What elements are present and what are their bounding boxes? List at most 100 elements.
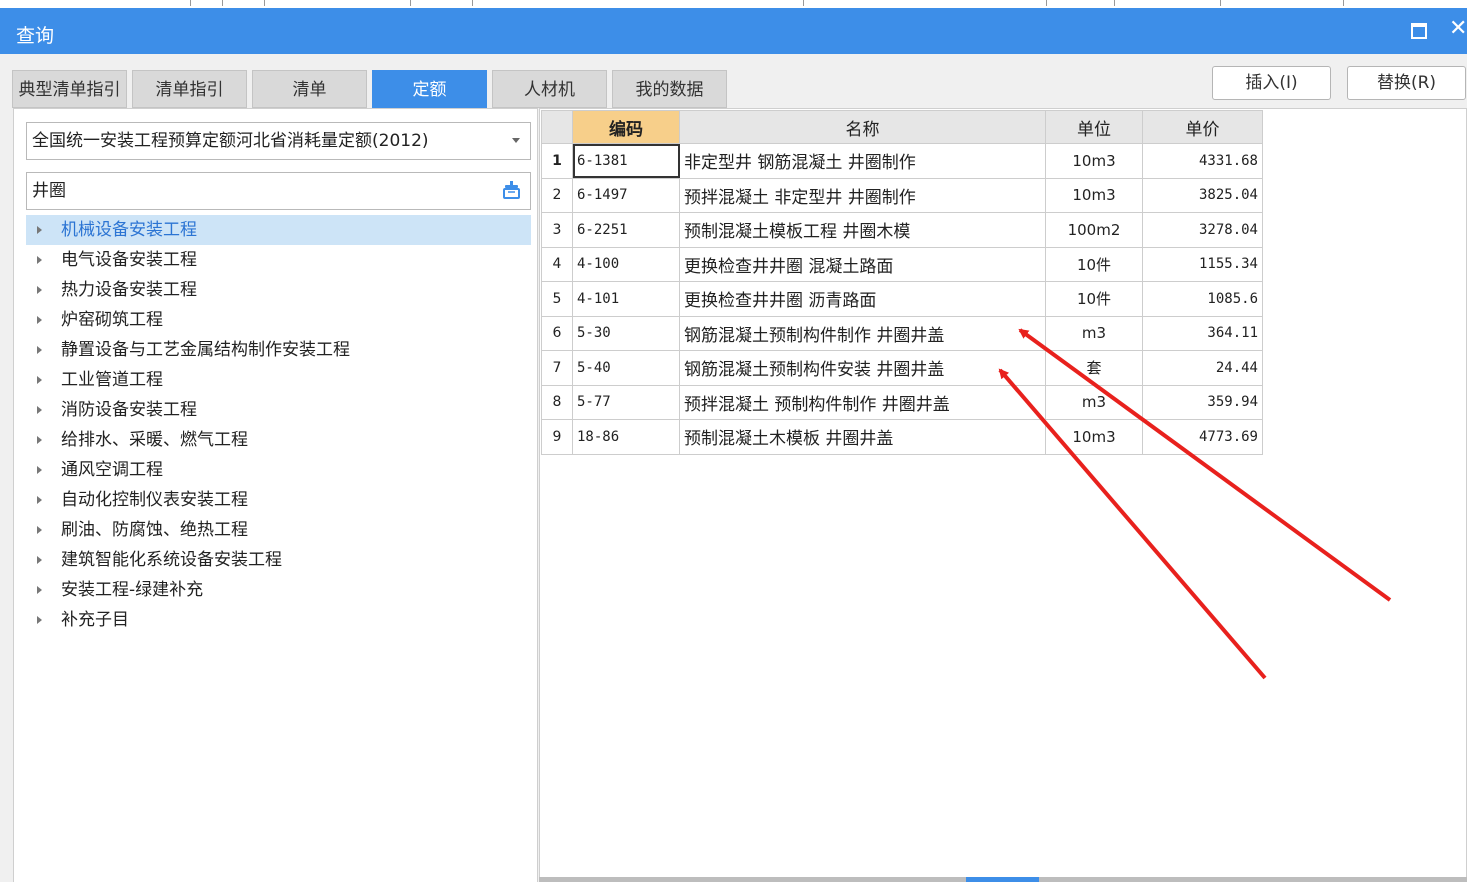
tab-bill[interactable]: 清单	[252, 70, 367, 108]
tree-item[interactable]: 机械设备安装工程	[26, 215, 531, 245]
column-header-price[interactable]: 单价	[1142, 110, 1263, 144]
name-cell[interactable]: 钢筋混凝土预制构件制作 井圈井盖	[679, 315, 1046, 351]
name-cell[interactable]: 更换检查井井圈 混凝土路面	[679, 246, 1046, 282]
price-cell[interactable]: 359.94	[1142, 384, 1263, 420]
tree-item-label: 补充子目	[61, 610, 129, 630]
name-cell[interactable]: 钢筋混凝土预制构件安装 井圈井盖	[679, 350, 1046, 386]
unit-cell[interactable]: 套	[1045, 350, 1143, 386]
table-row[interactable]: 5 4-101 更换检查井井圈 沥青路面 10件 1085.6	[541, 281, 1263, 317]
tree-item[interactable]: 补充子目	[26, 605, 531, 635]
caret-right-icon[interactable]	[37, 346, 42, 354]
tree-item[interactable]: 给排水、采暖、燃气工程	[26, 425, 531, 455]
table-row[interactable]: 3 6-2251 预制混凝土模板工程 井圈木模 100m2 3278.04	[541, 212, 1263, 248]
maximize-icon[interactable]	[1411, 23, 1427, 39]
code-cell[interactable]: 5-77	[572, 384, 680, 420]
caret-right-icon[interactable]	[37, 256, 42, 264]
caret-right-icon[interactable]	[37, 586, 42, 594]
code-cell[interactable]: 6-1497	[572, 177, 680, 213]
price-cell[interactable]: 3278.04	[1142, 212, 1263, 248]
splitter-bar[interactable]	[539, 877, 1467, 882]
tab-my-data[interactable]: 我的数据	[612, 70, 727, 108]
tree-item[interactable]: 炉窑砌筑工程	[26, 305, 531, 335]
chevron-down-icon[interactable]	[512, 138, 520, 143]
tree-item[interactable]: 安装工程-绿建补充	[26, 575, 531, 605]
tree-item-label: 给排水、采暖、燃气工程	[61, 430, 248, 450]
search-input[interactable]: 井圈	[26, 172, 531, 210]
row-number: 5	[541, 281, 573, 317]
caret-right-icon[interactable]	[37, 376, 42, 384]
caret-right-icon[interactable]	[37, 436, 42, 444]
tree-item[interactable]: 热力设备安装工程	[26, 275, 531, 305]
column-header-unit[interactable]: 单位	[1045, 110, 1143, 144]
close-icon[interactable]: ✕	[1449, 16, 1467, 41]
price-cell[interactable]: 1085.6	[1142, 281, 1263, 317]
splitter-grip[interactable]	[966, 877, 1039, 882]
caret-right-icon[interactable]	[37, 616, 42, 624]
row-number: 1	[541, 143, 573, 179]
table-row[interactable]: 1 6-1381 非定型井 钢筋混凝土 井圈制作 10m3 4331.68	[541, 143, 1263, 179]
price-cell[interactable]: 4331.68	[1142, 143, 1263, 179]
search-filter-icon[interactable]	[503, 181, 520, 199]
tree-item[interactable]: 刷油、防腐蚀、绝热工程	[26, 515, 531, 545]
code-cell[interactable]: 4-100	[572, 246, 680, 282]
caret-right-icon[interactable]	[37, 496, 42, 504]
name-cell[interactable]: 更换检查井井圈 沥青路面	[679, 281, 1046, 317]
tab-quota[interactable]: 定额	[372, 70, 487, 108]
unit-cell[interactable]: 10m3	[1045, 143, 1143, 179]
quota-library-select[interactable]: 全国统一安装工程预算定额河北省消耗量定额(2012)	[26, 122, 531, 160]
unit-cell[interactable]: m3	[1045, 315, 1143, 351]
insert-button[interactable]: 插入(I)	[1212, 66, 1331, 100]
name-cell[interactable]: 非定型井 钢筋混凝土 井圈制作	[679, 143, 1046, 179]
unit-cell[interactable]: 10m3	[1045, 177, 1143, 213]
price-cell[interactable]: 1155.34	[1142, 246, 1263, 282]
unit-cell[interactable]: m3	[1045, 384, 1143, 420]
column-header-code[interactable]: 编码	[572, 110, 680, 144]
price-cell[interactable]: 3825.04	[1142, 177, 1263, 213]
unit-cell[interactable]: 10件	[1045, 246, 1143, 282]
tree-item[interactable]: 工业管道工程	[26, 365, 531, 395]
caret-right-icon[interactable]	[37, 526, 42, 534]
tree-item[interactable]: 消防设备安装工程	[26, 395, 531, 425]
caret-right-icon[interactable]	[37, 226, 42, 234]
code-cell[interactable]: 6-2251	[572, 212, 680, 248]
tab-labor-material-machine[interactable]: 人材机	[492, 70, 607, 108]
price-cell[interactable]: 4773.69	[1142, 419, 1263, 455]
row-number-header	[541, 110, 573, 144]
tree-item[interactable]: 建筑智能化系统设备安装工程	[26, 545, 531, 575]
code-cell[interactable]: 6-1381	[572, 143, 680, 179]
row-number: 8	[541, 384, 573, 420]
tree-item-label: 电气设备安装工程	[61, 250, 197, 270]
column-header-name[interactable]: 名称	[679, 110, 1046, 144]
code-cell[interactable]: 5-40	[572, 350, 680, 386]
table-row[interactable]: 9 18-86 预制混凝土木模板 井圈井盖 10m3 4773.69	[541, 419, 1263, 455]
code-cell[interactable]: 4-101	[572, 281, 680, 317]
caret-right-icon[interactable]	[37, 286, 42, 294]
caret-right-icon[interactable]	[37, 406, 42, 414]
caret-right-icon[interactable]	[37, 316, 42, 324]
caret-right-icon[interactable]	[37, 556, 42, 564]
code-cell[interactable]: 5-30	[572, 315, 680, 351]
name-cell[interactable]: 预制混凝土模板工程 井圈木模	[679, 212, 1046, 248]
price-cell[interactable]: 24.44	[1142, 350, 1263, 386]
tree-item[interactable]: 电气设备安装工程	[26, 245, 531, 275]
name-cell[interactable]: 预制混凝土木模板 井圈井盖	[679, 419, 1046, 455]
table-row[interactable]: 4 4-100 更换检查井井圈 混凝土路面 10件 1155.34	[541, 246, 1263, 282]
table-row[interactable]: 7 5-40 钢筋混凝土预制构件安装 井圈井盖 套 24.44	[541, 350, 1263, 386]
code-cell[interactable]: 18-86	[572, 419, 680, 455]
tree-item[interactable]: 自动化控制仪表安装工程	[26, 485, 531, 515]
unit-cell[interactable]: 100m2	[1045, 212, 1143, 248]
tab-bill-guide[interactable]: 清单指引	[132, 70, 247, 108]
table-row[interactable]: 6 5-30 钢筋混凝土预制构件制作 井圈井盖 m3 364.11	[541, 315, 1263, 351]
tree-item[interactable]: 静置设备与工艺金属结构制作安装工程	[26, 335, 531, 365]
tab-typical-bill-guide[interactable]: 典型清单指引	[12, 70, 127, 108]
unit-cell[interactable]: 10m3	[1045, 419, 1143, 455]
replace-button[interactable]: 替换(R)	[1347, 66, 1466, 100]
name-cell[interactable]: 预拌混凝土 非定型井 井圈制作	[679, 177, 1046, 213]
table-row[interactable]: 8 5-77 预拌混凝土 预制构件制作 井圈井盖 m3 359.94	[541, 384, 1263, 420]
tree-item[interactable]: 通风空调工程	[26, 455, 531, 485]
name-cell[interactable]: 预拌混凝土 预制构件制作 井圈井盖	[679, 384, 1046, 420]
price-cell[interactable]: 364.11	[1142, 315, 1263, 351]
unit-cell[interactable]: 10件	[1045, 281, 1143, 317]
caret-right-icon[interactable]	[37, 466, 42, 474]
table-row[interactable]: 2 6-1497 预拌混凝土 非定型井 井圈制作 10m3 3825.04	[541, 177, 1263, 213]
